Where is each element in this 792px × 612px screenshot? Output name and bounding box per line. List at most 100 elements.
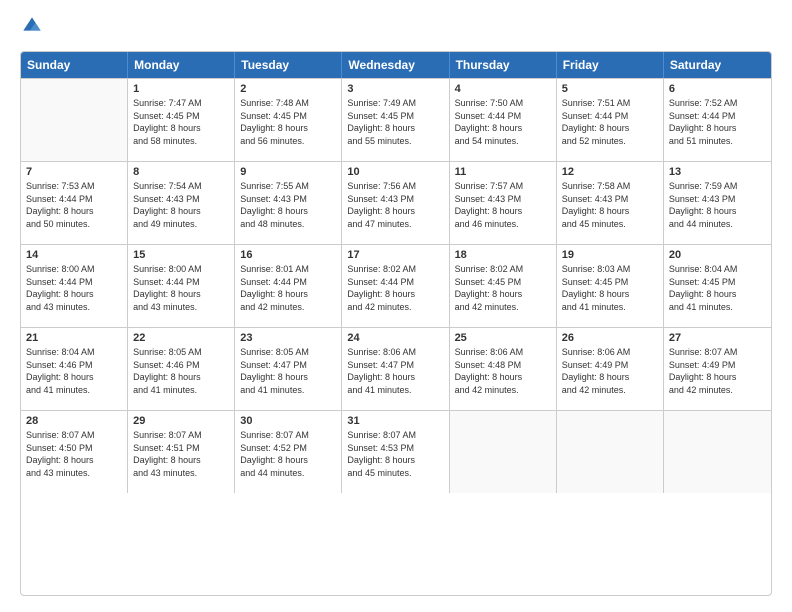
day-number: 23 [240, 332, 336, 344]
cell-details: Sunrise: 8:02 AMSunset: 4:45 PMDaylight:… [455, 263, 551, 313]
cal-cell [450, 411, 557, 493]
page: SundayMondayTuesdayWednesdayThursdayFrid… [0, 0, 792, 612]
cal-header-saturday: Saturday [664, 52, 771, 78]
cal-cell: 20Sunrise: 8:04 AMSunset: 4:45 PMDayligh… [664, 245, 771, 327]
calendar: SundayMondayTuesdayWednesdayThursdayFrid… [20, 51, 772, 596]
cal-cell [557, 411, 664, 493]
cal-cell: 21Sunrise: 8:04 AMSunset: 4:46 PMDayligh… [21, 328, 128, 410]
cal-cell: 31Sunrise: 8:07 AMSunset: 4:53 PMDayligh… [342, 411, 449, 493]
cal-cell [21, 79, 128, 161]
cell-details: Sunrise: 8:05 AMSunset: 4:47 PMDaylight:… [240, 346, 336, 396]
day-number: 5 [562, 83, 658, 95]
cell-details: Sunrise: 7:58 AMSunset: 4:43 PMDaylight:… [562, 180, 658, 230]
cell-details: Sunrise: 8:07 AMSunset: 4:51 PMDaylight:… [133, 429, 229, 479]
day-number: 13 [669, 166, 766, 178]
header [20, 16, 772, 41]
cal-cell: 30 Sunrise: 8:07 AMSunset: 4:52 PMDayligh… [235, 411, 342, 493]
cal-week-3: 14 Sunrise: 8:00 AMSunset: 4:44 PMDayligh… [21, 244, 771, 327]
day-number: 18 [455, 249, 551, 261]
day-number: 27 [669, 332, 766, 344]
day-number: 26 [562, 332, 658, 344]
cal-header-friday: Friday [557, 52, 664, 78]
cal-week-1: 1 Sunrise: 7:47 AMSunset: 4:45 PMDaylight… [21, 78, 771, 161]
day-number: 1 [133, 83, 229, 95]
cal-cell: 6 Sunrise: 7:52 AMSunset: 4:44 PMDaylight… [664, 79, 771, 161]
day-number: 15 [133, 249, 229, 261]
day-number: 12 [562, 166, 658, 178]
cal-week-4: 21Sunrise: 8:04 AMSunset: 4:46 PMDayligh… [21, 327, 771, 410]
cal-header-sunday: Sunday [21, 52, 128, 78]
cell-details: Sunrise: 7:56 AMSunset: 4:43 PMDaylight:… [347, 180, 443, 230]
cal-cell: 14Sunrise: 8:00 AMSunset: 4:44 PMDayligh… [21, 245, 128, 327]
cal-cell: 12 Sunrise: 7:58 AMSunset: 4:43 PMDayligh… [557, 162, 664, 244]
day-number: 9 [240, 166, 336, 178]
day-number: 28 [26, 415, 122, 427]
cell-details: Sunrise: 8:06 AMSunset: 4:49 PMDaylight:… [562, 346, 658, 396]
day-number: 24 [347, 332, 443, 344]
cell-details: Sunrise: 7:54 AMSunset: 4:43 PMDaylight:… [133, 180, 229, 230]
cell-details: Sunrise: 7:59 AMSunset: 4:43 PMDaylight:… [669, 180, 766, 230]
cell-details: Sunrise: 8:07 AMSunset: 4:52 PMDaylight:… [240, 429, 336, 479]
cal-header-monday: Monday [128, 52, 235, 78]
day-number: 14 [26, 249, 122, 261]
cell-details: Sunrise: 8:07 AMSunset: 4:53 PMDaylight:… [347, 429, 443, 479]
logo [20, 16, 42, 41]
cell-details: Sunrise: 7:49 AMSunset: 4:45 PMDaylight:… [347, 97, 443, 147]
cell-details: Sunrise: 8:01 AMSunset: 4:44 PMDaylight:… [240, 263, 336, 313]
cal-cell: 17 Sunrise: 8:02 AMSunset: 4:44 PMDayligh… [342, 245, 449, 327]
cal-cell: 3 Sunrise: 7:49 AMSunset: 4:45 PMDaylight… [342, 79, 449, 161]
day-number: 22 [133, 332, 229, 344]
cal-cell: 23 Sunrise: 8:05 AMSunset: 4:47 PMDayligh… [235, 328, 342, 410]
cell-details: Sunrise: 7:53 AMSunset: 4:44 PMDaylight:… [26, 180, 122, 230]
cal-header-tuesday: Tuesday [235, 52, 342, 78]
logo-icon [22, 16, 42, 36]
cal-week-2: 7Sunrise: 7:53 AMSunset: 4:44 PMDaylight… [21, 161, 771, 244]
cal-header-thursday: Thursday [450, 52, 557, 78]
cal-cell: 2 Sunrise: 7:48 AMSunset: 4:45 PMDaylight… [235, 79, 342, 161]
calendar-header: SundayMondayTuesdayWednesdayThursdayFrid… [21, 52, 771, 78]
cal-cell: 19 Sunrise: 8:03 AMSunset: 4:45 PMDayligh… [557, 245, 664, 327]
cell-details: Sunrise: 7:52 AMSunset: 4:44 PMDaylight:… [669, 97, 766, 147]
day-number: 11 [455, 166, 551, 178]
cell-details: Sunrise: 7:50 AMSunset: 4:44 PMDaylight:… [455, 97, 551, 147]
cal-cell: 7Sunrise: 7:53 AMSunset: 4:44 PMDaylight… [21, 162, 128, 244]
cal-cell: 26 Sunrise: 8:06 AMSunset: 4:49 PMDayligh… [557, 328, 664, 410]
day-number: 4 [455, 83, 551, 95]
cal-cell: 1 Sunrise: 7:47 AMSunset: 4:45 PMDaylight… [128, 79, 235, 161]
cell-details: Sunrise: 8:07 AMSunset: 4:49 PMDaylight:… [669, 346, 766, 396]
day-number: 16 [240, 249, 336, 261]
cell-details: Sunrise: 8:07 AMSunset: 4:50 PMDaylight:… [26, 429, 122, 479]
cell-details: Sunrise: 7:51 AMSunset: 4:44 PMDaylight:… [562, 97, 658, 147]
cell-details: Sunrise: 8:03 AMSunset: 4:45 PMDaylight:… [562, 263, 658, 313]
cell-details: Sunrise: 7:55 AMSunset: 4:43 PMDaylight:… [240, 180, 336, 230]
day-number: 17 [347, 249, 443, 261]
cell-details: Sunrise: 7:47 AMSunset: 4:45 PMDaylight:… [133, 97, 229, 147]
cell-details: Sunrise: 8:00 AMSunset: 4:44 PMDaylight:… [133, 263, 229, 313]
day-number: 30 [240, 415, 336, 427]
day-number: 10 [347, 166, 443, 178]
day-number: 19 [562, 249, 658, 261]
day-number: 6 [669, 83, 766, 95]
cal-cell: 10 Sunrise: 7:56 AMSunset: 4:43 PMDayligh… [342, 162, 449, 244]
cal-cell: 18 Sunrise: 8:02 AMSunset: 4:45 PMDayligh… [450, 245, 557, 327]
cell-details: Sunrise: 8:04 AMSunset: 4:46 PMDaylight:… [26, 346, 122, 396]
cal-cell: 28 Sunrise: 8:07 AMSunset: 4:50 PMDayligh… [21, 411, 128, 493]
cal-cell: 5 Sunrise: 7:51 AMSunset: 4:44 PMDaylight… [557, 79, 664, 161]
cal-header-wednesday: Wednesday [342, 52, 449, 78]
cell-details: Sunrise: 7:48 AMSunset: 4:45 PMDaylight:… [240, 97, 336, 147]
cell-details: Sunrise: 7:57 AMSunset: 4:43 PMDaylight:… [455, 180, 551, 230]
day-number: 2 [240, 83, 336, 95]
day-number: 25 [455, 332, 551, 344]
cell-details: Sunrise: 8:06 AMSunset: 4:48 PMDaylight:… [455, 346, 551, 396]
cal-cell: 15 Sunrise: 8:00 AMSunset: 4:44 PMDayligh… [128, 245, 235, 327]
cal-week-5: 28 Sunrise: 8:07 AMSunset: 4:50 PMDayligh… [21, 410, 771, 493]
cal-cell [664, 411, 771, 493]
cal-cell: 4 Sunrise: 7:50 AMSunset: 4:44 PMDaylight… [450, 79, 557, 161]
cal-cell: 22Sunrise: 8:05 AMSunset: 4:46 PMDayligh… [128, 328, 235, 410]
cal-cell: 9 Sunrise: 7:55 AMSunset: 4:43 PMDaylight… [235, 162, 342, 244]
day-number: 8 [133, 166, 229, 178]
cell-details: Sunrise: 8:04 AMSunset: 4:45 PMDaylight:… [669, 263, 766, 313]
day-number: 3 [347, 83, 443, 95]
calendar-body: 1 Sunrise: 7:47 AMSunset: 4:45 PMDaylight… [21, 78, 771, 493]
cell-details: Sunrise: 8:02 AMSunset: 4:44 PMDaylight:… [347, 263, 443, 313]
